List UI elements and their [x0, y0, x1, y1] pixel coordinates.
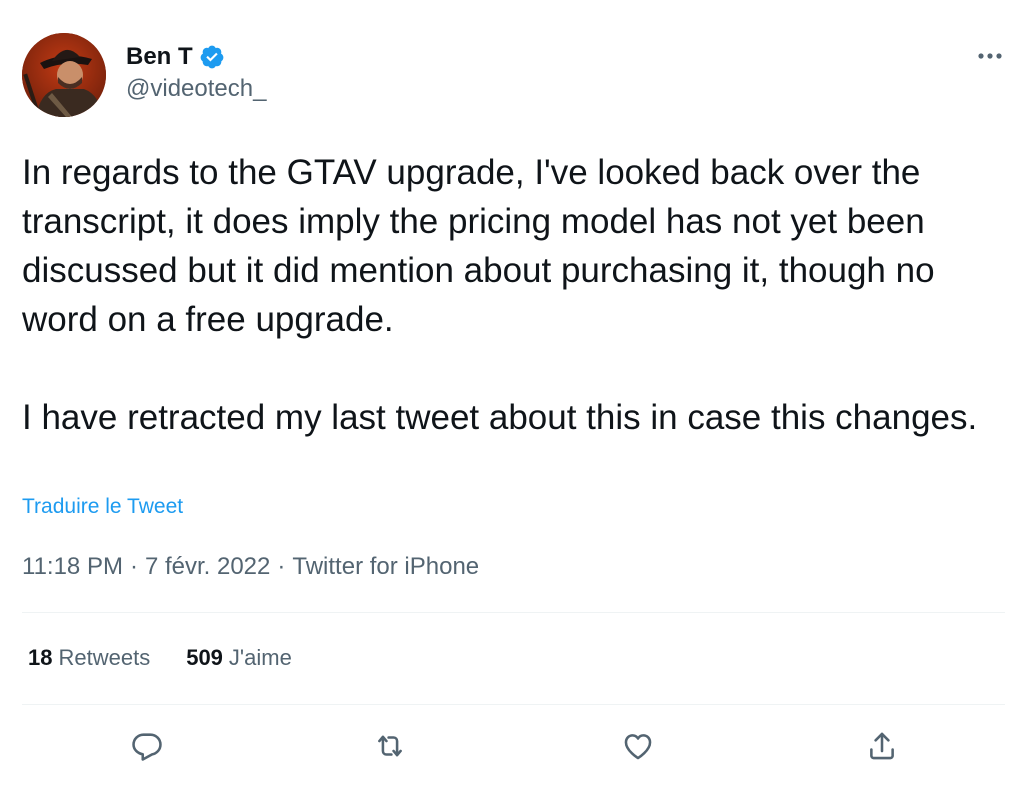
share-button[interactable]: [862, 726, 902, 766]
likes-stat[interactable]: 509 J'aime: [186, 643, 292, 673]
reply-icon: [132, 733, 162, 761]
author-names: Ben T @videotech_: [126, 42, 266, 104]
tweet-date[interactable]: 7 févr. 2022: [145, 552, 270, 582]
divider: [22, 704, 1005, 705]
more-options-button[interactable]: [973, 45, 1007, 67]
meta-separator: ·: [129, 553, 138, 580]
avatar[interactable]: [22, 33, 106, 117]
tweet-text: In regards to the GTAV upgrade, I've loo…: [22, 153, 978, 437]
tweet-metadata: 11:18 PM · 7 févr. 2022 · Twitter for iP…: [22, 552, 479, 582]
retweets-count: 18: [28, 645, 53, 670]
display-name-row[interactable]: Ben T: [126, 42, 266, 72]
more-dots-icon: [978, 53, 1002, 59]
tweet-card: Ben T @videotech_ In regards to the GTAV…: [0, 0, 1024, 786]
like-button[interactable]: [618, 726, 658, 766]
divider: [22, 612, 1005, 613]
meta-separator: ·: [277, 553, 286, 580]
retweet-button[interactable]: [370, 726, 410, 766]
like-icon: [624, 734, 652, 760]
tweet-header: Ben T @videotech_: [22, 33, 1007, 119]
verified-badge-icon: [199, 44, 225, 70]
translate-tweet-link[interactable]: Traduire le Tweet: [22, 494, 183, 520]
retweet-icon: [378, 735, 402, 757]
tweet-stats: 18 Retweets 509 J'aime: [28, 643, 292, 673]
retweets-label: Retweets: [58, 645, 151, 670]
author-handle[interactable]: @videotech_: [126, 74, 266, 104]
reply-button[interactable]: [127, 726, 167, 766]
likes-label: J'aime: [228, 645, 292, 670]
tweet-time[interactable]: 11:18 PM: [22, 552, 123, 582]
retweets-stat[interactable]: 18 Retweets: [28, 643, 150, 673]
display-name[interactable]: Ben T: [126, 42, 193, 72]
likes-count: 509: [186, 645, 223, 670]
tweet-source[interactable]: Twitter for iPhone: [292, 552, 479, 582]
tweet-actions: [0, 726, 1024, 768]
share-icon: [870, 732, 894, 760]
